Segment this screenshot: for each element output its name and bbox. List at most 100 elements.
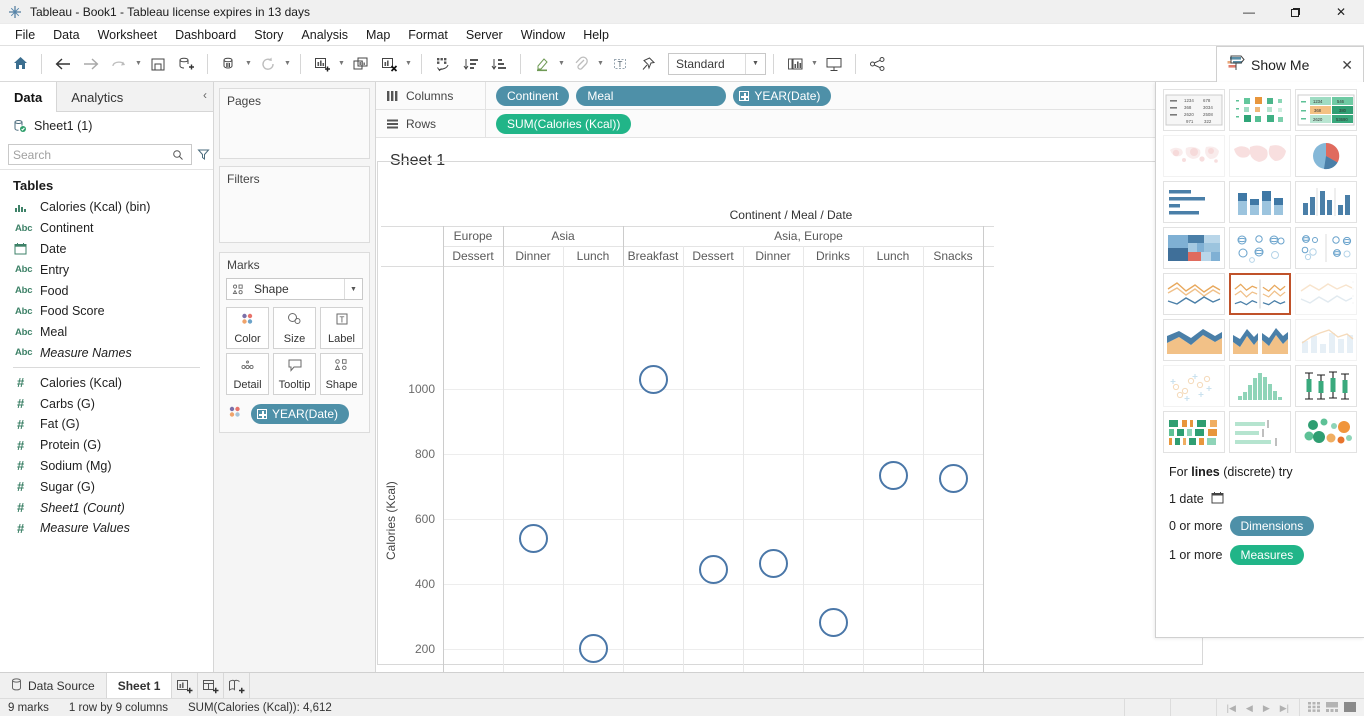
close-button[interactable]: ✕ bbox=[1318, 0, 1364, 24]
pages-card[interactable]: Pages bbox=[219, 88, 370, 159]
marks-tooltip-button[interactable]: Tooltip bbox=[273, 353, 316, 395]
showme-gantt-chart[interactable] bbox=[1163, 411, 1225, 453]
home-icon[interactable] bbox=[6, 50, 34, 78]
new-data-source-icon[interactable] bbox=[172, 50, 200, 78]
field-fat[interactable]: # Fat (G) bbox=[0, 414, 213, 435]
showme-symbol-map[interactable] bbox=[1163, 135, 1225, 177]
redo-dropdown-caret-icon[interactable]: ▼ bbox=[133, 50, 144, 78]
field-sodium[interactable]: # Sodium (Mg) bbox=[0, 456, 213, 477]
tab-data[interactable]: Data bbox=[0, 82, 58, 112]
menu-file[interactable]: File bbox=[6, 26, 44, 44]
mark-ae-breakfast[interactable] bbox=[639, 365, 668, 394]
showme-highlight-table[interactable]: 1234 546 368 380 2620 53690 bbox=[1295, 89, 1357, 131]
showme-continuous-area[interactable] bbox=[1163, 319, 1225, 361]
highlighter-caret-icon[interactable]: ▼ bbox=[556, 50, 567, 78]
showme-circle-views[interactable] bbox=[1229, 227, 1291, 269]
save-icon[interactable] bbox=[144, 50, 172, 78]
mark-asia-lunch[interactable] bbox=[579, 634, 608, 663]
header-continent-europe[interactable]: Europe bbox=[443, 226, 503, 246]
menu-data[interactable]: Data bbox=[44, 26, 88, 44]
fit-dropdown-caret-icon[interactable]: ▼ bbox=[745, 53, 765, 74]
rows-shelf[interactable]: Rows SUM(Calories (Kcal)) bbox=[376, 109, 1155, 138]
showme-scatter-plot[interactable] bbox=[1163, 365, 1225, 407]
mark-ae-dinner[interactable] bbox=[759, 549, 788, 578]
menu-format[interactable]: Format bbox=[399, 26, 457, 44]
new-dashboard-icon[interactable] bbox=[198, 673, 225, 698]
menu-window[interactable]: Window bbox=[512, 26, 574, 44]
previous-page-icon[interactable]: ◀ bbox=[1246, 703, 1253, 714]
rows-drop-area[interactable]: SUM(Calories (Kcal)) bbox=[486, 110, 1155, 138]
show-cards-caret-icon[interactable]: ▼ bbox=[809, 50, 820, 78]
pill-continent[interactable]: Continent bbox=[496, 85, 570, 106]
share-icon[interactable] bbox=[863, 50, 891, 78]
marks-color-button[interactable]: Color bbox=[226, 307, 269, 349]
collapse-pane-icon[interactable]: ‹ bbox=[203, 88, 207, 102]
field-food[interactable]: Abc Food bbox=[0, 280, 213, 301]
showme-horizontal-bars[interactable] bbox=[1163, 181, 1225, 223]
pages-drop-area[interactable] bbox=[220, 112, 369, 158]
pause-dropdown-caret-icon[interactable]: ▼ bbox=[243, 50, 254, 78]
header-meal-drinks[interactable]: Drinks bbox=[803, 246, 863, 266]
mark-ae-lunch[interactable] bbox=[879, 461, 908, 490]
showme-side-by-side-bars[interactable] bbox=[1295, 181, 1357, 223]
search-icon[interactable] bbox=[168, 144, 187, 165]
showme-dual-lines[interactable] bbox=[1295, 273, 1357, 315]
showme-box-and-whisker[interactable] bbox=[1295, 365, 1357, 407]
showme-heat-map[interactable] bbox=[1229, 89, 1291, 131]
showme-side-by-side-circles[interactable] bbox=[1295, 227, 1357, 269]
marks-detail-button[interactable]: Detail bbox=[226, 353, 269, 395]
back-icon[interactable] bbox=[49, 50, 77, 78]
header-meal-dessert-2[interactable]: Dessert bbox=[683, 246, 743, 266]
field-entry[interactable]: Abc Entry bbox=[0, 259, 213, 280]
single-view-icon[interactable] bbox=[1344, 699, 1356, 716]
sort-ascending-icon[interactable] bbox=[457, 50, 485, 78]
showme-continuous-lines[interactable] bbox=[1163, 273, 1225, 315]
clear-sheet-icon[interactable] bbox=[375, 50, 403, 78]
showme-stacked-bars[interactable] bbox=[1229, 181, 1291, 223]
text-annotation-icon[interactable]: T bbox=[606, 50, 634, 78]
tab-data-source[interactable]: Data Source bbox=[0, 673, 107, 698]
menu-worksheet[interactable]: Worksheet bbox=[89, 26, 167, 44]
header-meal-breakfast[interactable]: Breakfast bbox=[623, 246, 683, 266]
columns-drop-area[interactable]: Continent Meal YEAR(Date) bbox=[486, 82, 1155, 110]
field-date[interactable]: Date bbox=[0, 239, 213, 260]
marks-label-button[interactable]: T Label bbox=[320, 307, 363, 349]
showme-pie-chart[interactable] bbox=[1295, 135, 1357, 177]
header-continent-asia[interactable]: Asia bbox=[503, 226, 623, 246]
showme-filled-map[interactable] bbox=[1229, 135, 1291, 177]
presentation-mode-icon[interactable] bbox=[820, 50, 848, 78]
field-protein[interactable]: # Protein (G) bbox=[0, 435, 213, 456]
columns-shelf[interactable]: Columns Continent Meal YEAR(Date) bbox=[376, 81, 1155, 110]
filmstrip-view-icon[interactable] bbox=[1326, 699, 1338, 716]
duplicate-sheet-icon[interactable] bbox=[347, 50, 375, 78]
menu-analysis[interactable]: Analysis bbox=[292, 26, 357, 44]
highlighter-icon[interactable] bbox=[528, 50, 556, 78]
show-cards-icon[interactable] bbox=[781, 50, 809, 78]
redo-icon[interactable] bbox=[105, 50, 133, 78]
pill-meal[interactable]: Meal bbox=[576, 85, 727, 106]
search-box[interactable] bbox=[8, 144, 192, 165]
pill-year-date[interactable]: YEAR(Date) bbox=[733, 85, 832, 106]
marks-shape-button[interactable]: Shape bbox=[320, 353, 363, 395]
pause-auto-update-icon[interactable] bbox=[215, 50, 243, 78]
field-calories[interactable]: # Calories (Kcal) bbox=[0, 372, 213, 393]
marks-type-caret-icon[interactable]: ▼ bbox=[344, 279, 362, 299]
grid-view-icon[interactable] bbox=[1308, 699, 1320, 716]
visualization[interactable]: Continent / Meal / Date Europe Asia Asia… bbox=[376, 160, 1203, 716]
field-continent[interactable]: Abc Continent bbox=[0, 218, 213, 239]
field-sugar[interactable]: # Sugar (G) bbox=[0, 476, 213, 497]
new-worksheet-caret-icon[interactable]: ▼ bbox=[336, 50, 347, 78]
forward-icon[interactable] bbox=[77, 50, 105, 78]
new-worksheet-icon[interactable] bbox=[172, 673, 199, 698]
showme-treemap[interactable] bbox=[1163, 227, 1225, 269]
mark-asia-dinner[interactable] bbox=[519, 524, 548, 553]
header-meal-snacks[interactable]: Snacks bbox=[923, 246, 983, 266]
status-view-buttons[interactable] bbox=[1299, 699, 1364, 716]
showme-discrete-area[interactable] bbox=[1229, 319, 1291, 361]
field-measure-names[interactable]: Abc Measure Names bbox=[0, 343, 213, 364]
showme-bullet-graph[interactable] bbox=[1229, 411, 1291, 453]
filters-drop-area[interactable] bbox=[220, 190, 369, 242]
refresh-icon[interactable] bbox=[254, 50, 282, 78]
menu-map[interactable]: Map bbox=[357, 26, 399, 44]
presentation-pin-icon[interactable] bbox=[634, 50, 662, 78]
